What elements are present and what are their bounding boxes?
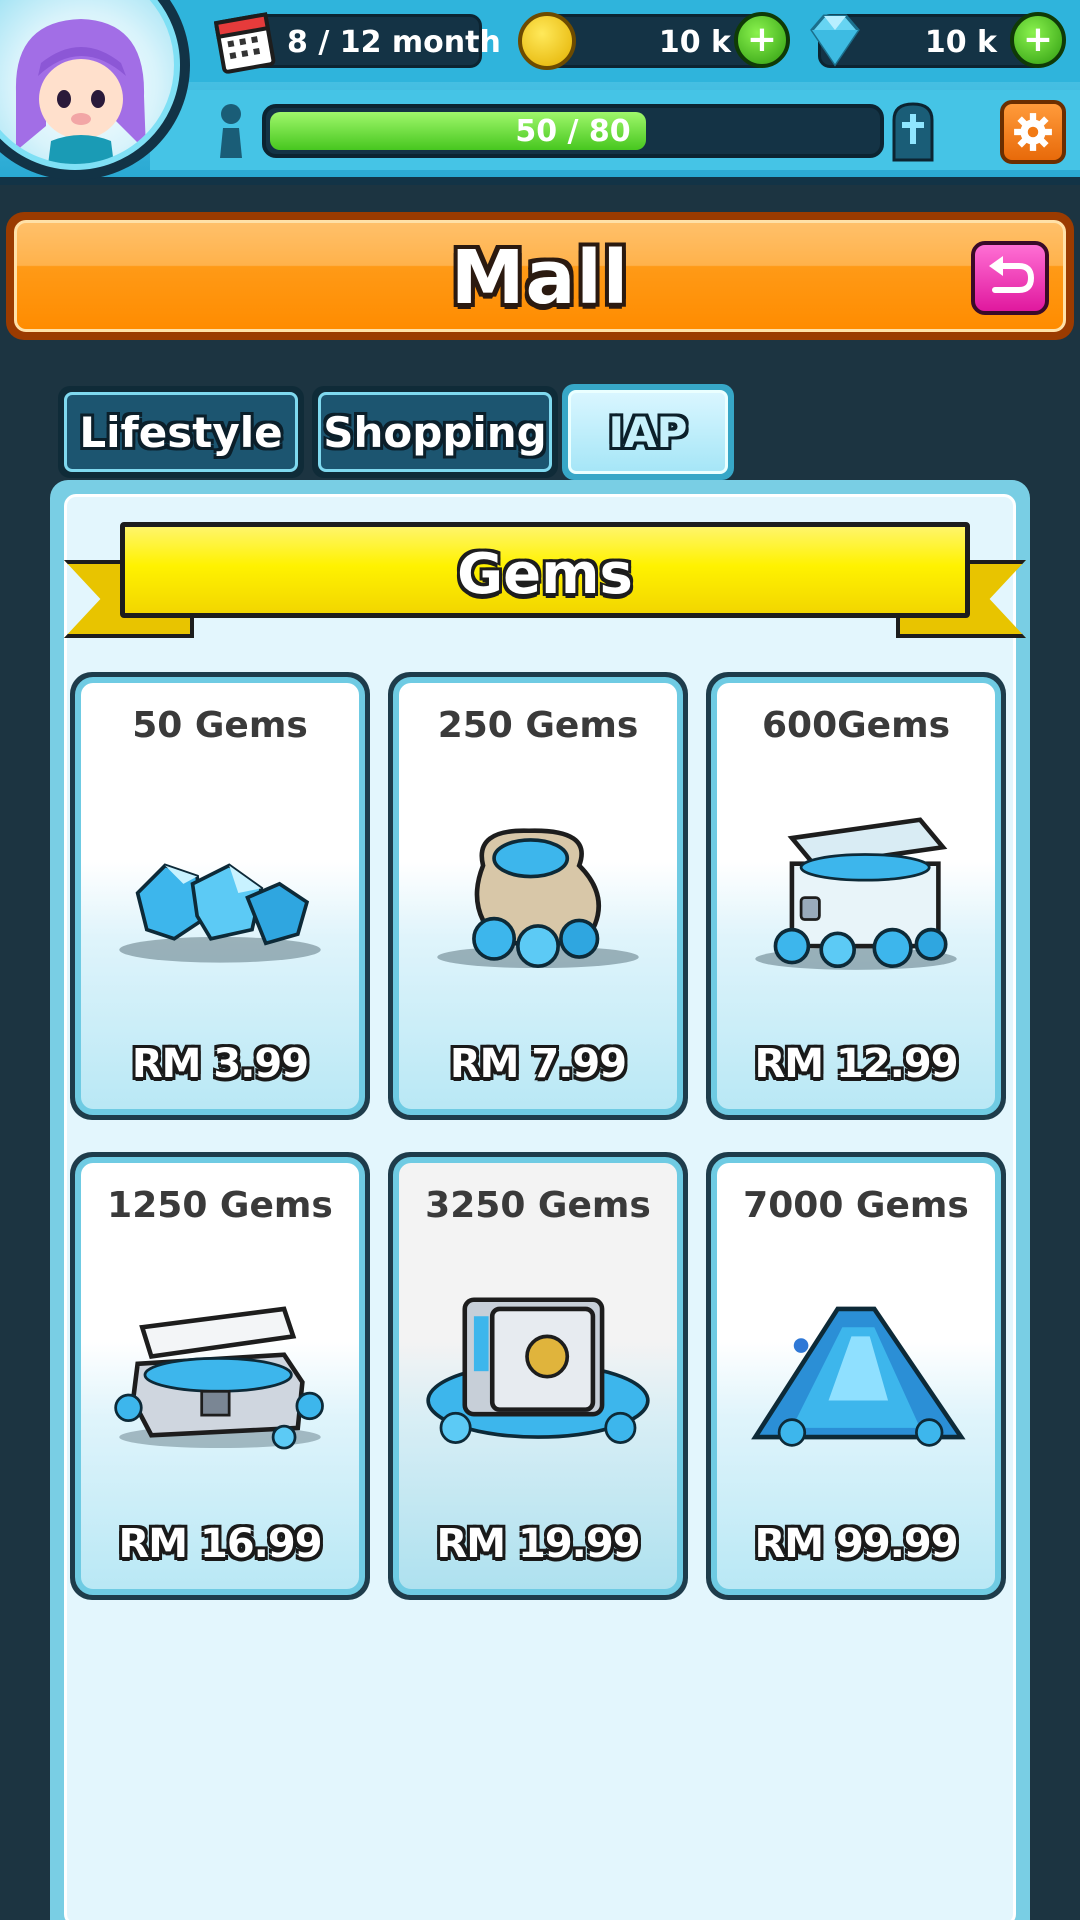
product-price: RM 16.99 xyxy=(118,1521,322,1567)
xp-label: 50 / 80 xyxy=(515,114,631,149)
month-display: 8 / 12 month xyxy=(250,14,501,68)
player-avatar[interactable] xyxy=(0,0,190,180)
product-card[interactable]: 7000 Gems RM 99.99 xyxy=(706,1152,1006,1600)
product-title: 7000 Gems xyxy=(743,1185,969,1226)
settings-button[interactable] xyxy=(1000,100,1066,164)
section-title: Gems xyxy=(457,542,633,607)
gear-icon xyxy=(1014,113,1052,151)
product-card[interactable]: 3250 Gems RM 19.99 xyxy=(388,1152,688,1600)
add-gems-button[interactable]: + xyxy=(1010,12,1066,68)
product-card[interactable]: 250 Gems RM 7.99 xyxy=(388,672,688,1120)
gem-icon xyxy=(804,12,866,68)
product-card[interactable]: 600Gems RM 12.99 xyxy=(706,672,1006,1120)
back-arrow-icon xyxy=(989,256,1035,293)
gem-safe-icon xyxy=(419,1283,657,1463)
product-title: 1250 Gems xyxy=(107,1185,333,1226)
product-price: RM 19.99 xyxy=(436,1521,640,1567)
tab-lifestyle-label: Lifestyle xyxy=(79,407,283,457)
tab-iap[interactable]: IAP xyxy=(562,384,734,480)
gem-chest-icon xyxy=(737,803,975,983)
top-hud: 8 / 12 month 10 k + 10 k + 50 / 80 xyxy=(0,0,1080,185)
add-coins-button[interactable]: + xyxy=(734,12,790,68)
tab-iap-label: IAP xyxy=(608,407,688,457)
calendar-icon xyxy=(213,8,280,74)
tab-shopping-label: Shopping xyxy=(323,407,547,457)
product-title: 50 Gems xyxy=(132,705,308,746)
coin-icon xyxy=(518,12,576,70)
product-card[interactable]: 1250 Gems RM 16.99 xyxy=(70,1152,370,1600)
month-label: 8 / 12 month xyxy=(287,25,501,60)
mall-header: Mall xyxy=(6,212,1074,340)
product-price: RM 99.99 xyxy=(754,1521,958,1567)
tab-lifestyle[interactable]: Lifestyle xyxy=(58,386,304,478)
back-button[interactable] xyxy=(971,241,1049,315)
pawn-icon xyxy=(216,102,246,160)
product-card[interactable]: 50 Gems RM 3.99 xyxy=(70,672,370,1120)
product-price: RM 3.99 xyxy=(131,1041,309,1087)
product-price: RM 7.99 xyxy=(449,1041,627,1087)
product-title: 600Gems xyxy=(761,705,951,746)
xp-progress-bar: 50 / 80 xyxy=(262,104,884,158)
coin-amount: 10 k xyxy=(658,25,731,60)
gem-mountain-icon xyxy=(737,1283,975,1463)
tab-shopping[interactable]: Shopping xyxy=(312,386,558,478)
gem-treasure-box-icon xyxy=(101,1283,339,1463)
product-title: 250 Gems xyxy=(437,705,639,746)
product-price: RM 12.99 xyxy=(754,1041,958,1087)
gem-sack-icon xyxy=(419,803,657,983)
tombstone-icon xyxy=(888,100,938,162)
gem-cluster-icon xyxy=(101,803,339,983)
gem-amount: 10 k xyxy=(924,25,997,60)
section-ribbon: Gems xyxy=(64,522,1026,638)
page-title: Mall xyxy=(450,235,630,321)
product-title: 3250 Gems xyxy=(425,1185,651,1226)
